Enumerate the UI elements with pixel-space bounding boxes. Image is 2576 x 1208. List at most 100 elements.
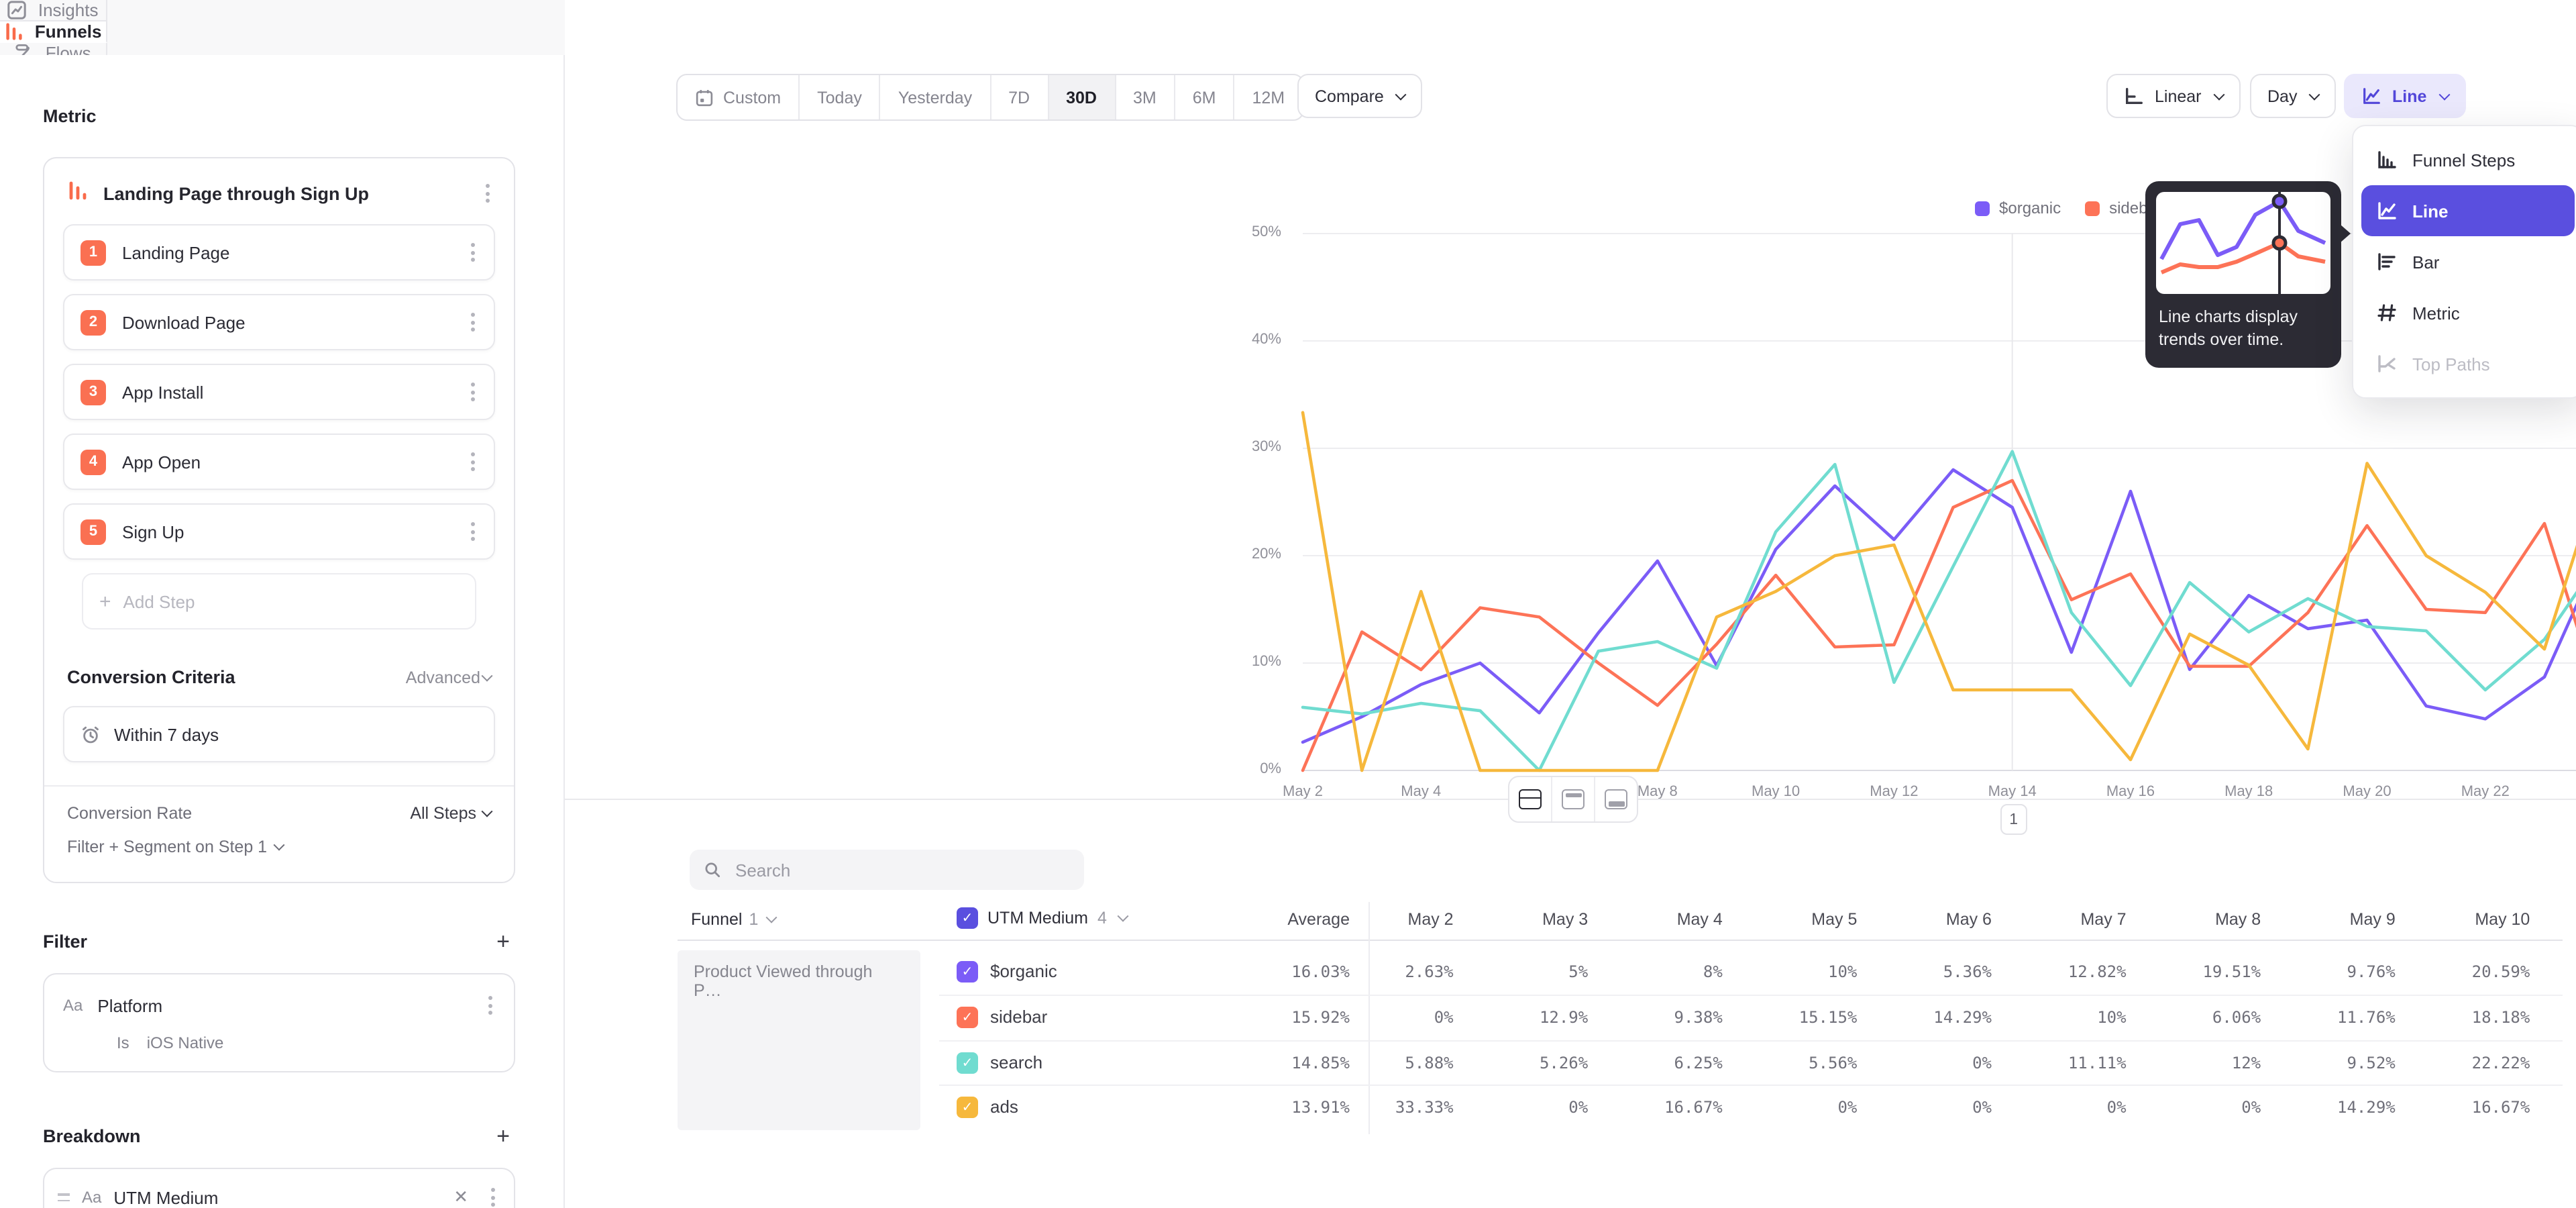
filter-operator[interactable]: Is: [117, 1034, 129, 1052]
tab-label: Funnels: [35, 21, 102, 42]
advanced-dropdown[interactable]: Advanced: [406, 668, 491, 687]
step-label: App Open: [122, 452, 466, 472]
query-builder-sidebar: Metric Landing Page through Sign Up 1 La…: [0, 55, 565, 1208]
screen: Insights Funnels Flows Retention Metric: [0, 0, 2576, 1208]
table-cell: 8%: [1588, 962, 1723, 981]
drag-handle-icon[interactable]: [58, 1193, 70, 1201]
table-cell: 11.76%: [2261, 1008, 2396, 1027]
table-cell: 16.67%: [2396, 1098, 2530, 1117]
series-checkbox[interactable]: ✓: [957, 1097, 978, 1118]
filter-property[interactable]: Platform: [97, 995, 468, 1015]
table-cell: 5.56%: [1723, 1054, 1858, 1072]
date-column-header: May 7: [1992, 910, 2127, 929]
table-cell: 0%: [1454, 1098, 1589, 1117]
report-tab[interactable]: Funnels: [0, 21, 107, 43]
chart-type-menu-item[interactable]: Top Paths: [2361, 338, 2575, 389]
funnel-metric-card: Landing Page through Sign Up 1 Landing P…: [43, 157, 515, 883]
insights-icon: [7, 0, 28, 20]
line-chart-preview: [2156, 192, 2330, 294]
alarm-clock-icon: [80, 724, 101, 744]
breakdown-column-dropdown[interactable]: ✓ UTM Medium 4: [957, 907, 1127, 929]
series-checkbox[interactable]: ✓: [957, 961, 978, 983]
annotation-marker[interactable]: 1: [2000, 804, 2027, 835]
table-cell: 11.11%: [1992, 1054, 2127, 1072]
step-label: Download Page: [122, 312, 466, 332]
funnel-step-row[interactable]: 3 App Install: [63, 364, 495, 420]
table-cell: 5.88%: [1319, 1054, 1454, 1072]
y-axis-label: 40%: [1220, 332, 1281, 348]
step-label: Sign Up: [122, 521, 466, 542]
conversion-window-button[interactable]: Within 7 days: [63, 706, 495, 762]
tooltip-arrow: [2340, 224, 2351, 243]
table-cell: 10%: [1992, 1008, 2127, 1027]
add-filter-button[interactable]: +: [491, 927, 515, 956]
table-row[interactable]: ✓ sidebar 15.92% 0%12.9%9.38%15.15%14.29…: [678, 995, 2576, 1040]
table-header: Funnel 1 ✓ UTM Medium 4 Average May 2May…: [678, 902, 2576, 940]
select-all-checkbox[interactable]: ✓: [957, 907, 978, 929]
table-row[interactable]: ✓ ads 13.91% 33.33%0%16.67%0%0%0%0%14.29…: [678, 1085, 2576, 1130]
step-menu-button[interactable]: [466, 307, 480, 337]
date-column-header: May 6: [1857, 910, 1992, 929]
step-number-badge: 1: [80, 240, 106, 265]
step-menu-button[interactable]: [466, 517, 480, 546]
chart-type-menu: Funnel Steps Line Bar Metric Top Paths: [2352, 125, 2576, 399]
split-view-icon: [1519, 789, 1542, 809]
add-breakdown-button[interactable]: +: [491, 1122, 515, 1150]
step-menu-button[interactable]: [466, 377, 480, 407]
funnel-chart-icon: [67, 179, 89, 207]
filter-menu-button[interactable]: [483, 991, 498, 1020]
chart-type-menu-item[interactable]: Bar: [2361, 236, 2575, 287]
table-cell: 9.76%: [2261, 962, 2396, 981]
funnel-menu-button[interactable]: [480, 179, 495, 208]
remove-breakdown-button[interactable]: ✕: [448, 1184, 474, 1208]
y-axis-label: 10%: [1220, 654, 1281, 670]
report-tab[interactable]: Insights: [0, 0, 107, 21]
step-number-badge: 4: [80, 449, 106, 474]
table-cell: 5.36%: [1857, 962, 1992, 981]
step-menu-button[interactable]: [466, 238, 480, 267]
table-cell: 0%: [1857, 1054, 1992, 1072]
filter-value[interactable]: iOS Native: [147, 1034, 224, 1052]
filter-segment-dropdown[interactable]: Filter + Segment on Step 1: [44, 825, 514, 876]
funnel-step-row[interactable]: 4 App Open: [63, 434, 495, 490]
funnel-steps-icon: [2375, 149, 2398, 170]
step-menu-button[interactable]: [466, 447, 480, 476]
tooltip-text: Line charts display trends over time.: [2159, 306, 2328, 352]
funnel-step-row[interactable]: 2 Download Page: [63, 294, 495, 350]
table-row[interactable]: ✓ search 14.85% 5.88%5.26%6.25%5.56%0%11…: [678, 1040, 2576, 1086]
table-cell: 0%: [1857, 1098, 1992, 1117]
search-input[interactable]: [733, 858, 1071, 881]
table-cell: 10%: [1723, 962, 1858, 981]
breakdown-card: Aa UTM Medium ✕: [43, 1168, 515, 1208]
funnels-app: Insights Funnels Flows Retention Metric: [0, 0, 2576, 1208]
funnel-step-row[interactable]: 1 Landing Page: [63, 224, 495, 281]
report-tabs: Insights Funnels Flows Retention: [0, 0, 565, 55]
table-cell: 33.33%: [1319, 1098, 1454, 1117]
bar-icon: [2375, 251, 2398, 272]
breakdown-property[interactable]: UTM Medium: [113, 1187, 436, 1207]
funnel-title: Landing Page through Sign Up: [103, 183, 480, 203]
y-axis-label: 50%: [1220, 224, 1281, 240]
step-label: App Install: [122, 382, 466, 402]
table-row[interactable]: ✓ $organic 16.03% 2.63%5%8%10%5.36%12.82…: [678, 949, 2576, 995]
table-cell: 2.63%: [1319, 962, 1454, 981]
all-steps-dropdown[interactable]: All Steps: [410, 804, 491, 823]
date-column-header: May 3: [1454, 910, 1589, 929]
date-column-header: May 9: [2261, 910, 2396, 929]
add-step-button[interactable]: + Add Step: [82, 573, 476, 630]
table-cell: 0%: [2127, 1098, 2261, 1117]
table-cell: 14.29%: [1857, 1008, 1992, 1027]
date-column-header: May 8: [2127, 910, 2261, 929]
table-cell: 0%: [1723, 1098, 1858, 1117]
funnel-column-dropdown[interactable]: Funnel 1: [691, 910, 775, 929]
date-column-header: May 10: [2396, 910, 2530, 929]
breakdown-menu-button[interactable]: [486, 1182, 500, 1208]
series-checkbox[interactable]: ✓: [957, 1007, 978, 1028]
series-checkbox[interactable]: ✓: [957, 1052, 978, 1074]
filter-card: Aa Platform Is iOS Native: [43, 973, 515, 1072]
funnel-step-row[interactable]: 5 Sign Up: [63, 503, 495, 560]
date-column-headers: May 2May 3May 4May 5May 6May 7May 8May 9…: [1319, 910, 2530, 929]
chart-type-menu-item[interactable]: Funnel Steps: [2361, 134, 2575, 185]
chart-type-menu-item[interactable]: Line: [2361, 185, 2575, 236]
chart-type-menu-item[interactable]: Metric: [2361, 287, 2575, 338]
